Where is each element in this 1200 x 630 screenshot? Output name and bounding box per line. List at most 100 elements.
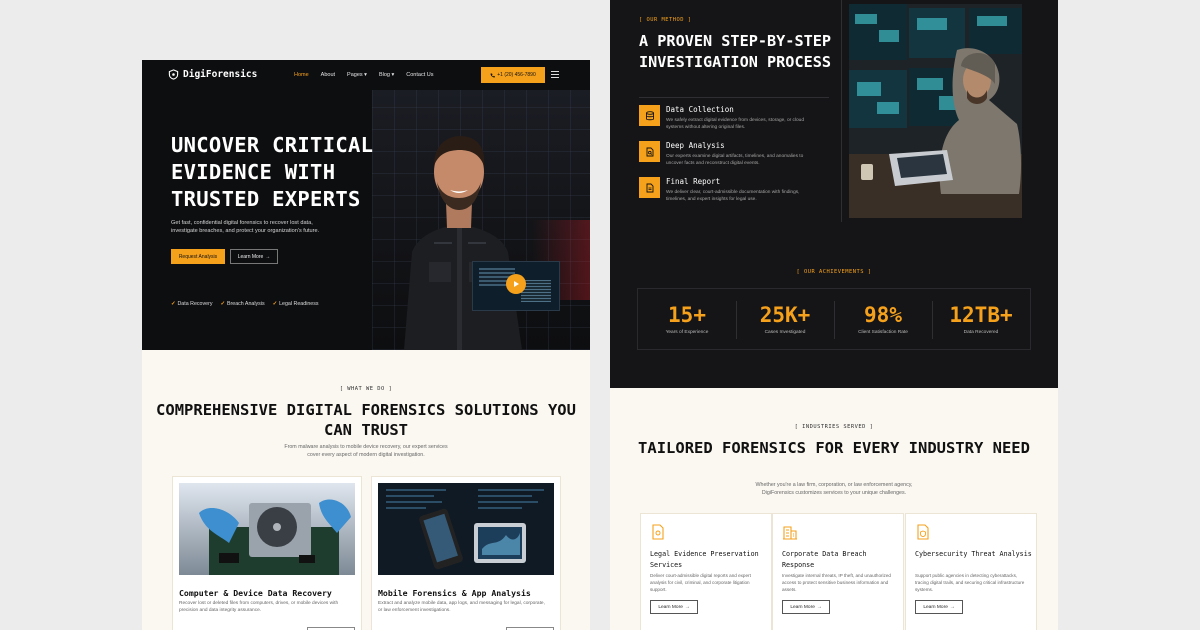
method-section: [ OUR METHOD ] A PROVEN STEP-BY-STEP INV… [610,0,1058,388]
industry-card-title: Cybersecurity Threat Analysis [915,550,1032,558]
stat-value: 25K+ [759,303,811,327]
security-document-icon [917,524,929,540]
phone-button[interactable]: +1 (20) 456-7890 [481,67,545,83]
brand-logo[interactable]: DigiForensics [168,69,257,80]
stat-label: Cases Investigated [764,330,806,335]
arrow-right-icon: → [816,604,822,610]
service-card[interactable]: Mobile Forensics & App Analysis Extract … [371,476,561,630]
learn-more-label: Learn More [790,604,815,610]
stat-item: 98% Client Satisfaction Rate [834,289,932,349]
step-title: Data Collection [666,105,734,114]
nav-link-home[interactable]: Home [294,72,309,78]
check-item: ✓ Data Recovery [171,301,213,307]
method-title: A PROVEN STEP-BY-STEP INVESTIGATION PROC… [639,32,832,71]
arrow-right-icon: → [684,604,690,610]
stat-label: Data Recovered [963,330,999,335]
check-label: Legal Readiness [279,301,319,307]
check-icon: ✓ [171,301,176,307]
nav-links: Home About Pages Blog Contact Us [294,72,433,78]
nav-link-contact[interactable]: Contact Us [406,72,433,78]
learn-more-button[interactable]: Learn More → [782,600,830,614]
learn-more-button[interactable]: Learn More → [915,600,963,614]
learn-more-label: Learn More [658,604,683,610]
industry-card[interactable]: Corporate Data Breach Response Investiga… [772,513,904,630]
service-card[interactable]: Computer & Device Data Recovery Recover … [172,476,362,630]
document-search-icon [639,141,660,162]
industry-card-text: Investigate internal threats, IP theft, … [782,573,891,592]
service-card-text: Recover lost or deleted files from compu… [179,601,339,613]
learn-more-button[interactable]: Learn More → [230,249,278,264]
play-icon[interactable] [506,274,526,294]
stat-value: 12TB+ [949,303,1013,327]
industry-card[interactable]: Cybersecurity Threat Analysis Support pu… [905,513,1037,630]
achievements-kicker: [ OUR ACHIEVEMENTS ] [796,269,872,275]
services-title: COMPREHENSIVE DIGITAL FORENSICS SOLUTION… [156,401,576,439]
step-title: Deep Analysis [666,141,725,150]
request-analysis-button[interactable]: Request Analysis [171,249,225,264]
nav-link-pages[interactable]: Pages [347,72,367,78]
divider [841,0,842,222]
analyst-at-workstation-image [849,4,1022,218]
hero-title: UNCOVER CRITICAL EVIDENCE WITH TRUSTED E… [171,133,374,211]
service-card-text: Extract and analyze mobile data, app log… [378,601,545,613]
stat-label: Client Satisfaction Rate [858,330,908,335]
phone-icon [490,73,496,77]
industry-card-text: Deliver court-admissible digital reports… [650,573,751,592]
mobile-forensics-image [378,483,554,575]
hero-section: DigiForensics Home About Pages Blog Cont… [142,60,590,350]
document-search-glyph [646,147,653,156]
industry-card-text: Support public agencies in detecting cyb… [915,573,1025,592]
nav-link-blog[interactable]: Blog [379,72,394,78]
step-text: Our experts examine digital artifacts, t… [666,154,804,166]
stat-item: 12TB+ Data Recovered [932,289,1030,349]
stat-label: Years of Experience [665,330,709,335]
stat-item: 15+ Years of Experience [638,289,736,349]
check-label: Data Recovery [177,301,213,307]
check-item: ✓ Legal Readiness [273,301,319,307]
shield-icon [168,69,179,80]
step-text: We deliver clear, court-admissible docum… [666,190,800,202]
data-recovery-image [179,483,355,575]
database-glyph [645,110,654,120]
hero-subtitle: Get fast, confidential digital forensics… [171,220,320,234]
legal-document-icon [652,524,664,540]
arrow-right-icon: → [949,604,955,610]
check-icon: ✓ [220,301,225,307]
nav-link-about[interactable]: About [321,72,335,78]
industries-subtitle: Whether you're a law firm, corporation, … [755,482,913,496]
stats-bar: 15+ Years of Experience 25K+ Cases Inves… [637,288,1031,350]
report-glyph [646,183,653,192]
check-label: Breach Analysis [226,301,265,307]
menu-icon[interactable] [551,71,559,78]
check-icon: ✓ [272,301,278,307]
divider [639,97,829,98]
service-card-title: Computer & Device Data Recovery [179,588,332,598]
database-icon [639,105,660,126]
homepage-preview-left: DigiForensics Home About Pages Blog Cont… [142,60,590,630]
building-icon [783,526,797,540]
hero-checklist: ✓ Data Recovery ✓ Breach Analysis ✓ Legal R… [171,301,319,307]
stat-item: 25K+ Cases Investigated [736,289,834,349]
phone-number: +1 (20) 456-7890 [497,72,536,78]
brand-name: DigiForensics [183,69,258,80]
method-kicker: [ OUR METHOD ] [639,17,692,23]
step-text: We safely extract digital evidence from … [666,118,805,130]
report-icon [639,177,660,198]
top-navigation: DigiForensics Home About Pages Blog Cont… [142,60,590,90]
learn-more-label: Learn More [923,604,948,610]
homepage-preview-right: [ OUR METHOD ] A PROVEN STEP-BY-STEP INV… [610,0,1058,630]
service-card-title: Mobile Forensics & App Analysis [378,588,531,598]
check-item: ✓ Breach Analysis [221,301,265,307]
stat-value: 15+ [668,303,706,327]
play-triangle [514,281,519,287]
services-kicker: [ WHAT WE DO ] [339,386,393,392]
stat-value: 98% [864,303,902,327]
learn-more-label: Learn More [237,253,264,260]
learn-more-button[interactable]: Learn More → [650,600,698,614]
industry-card[interactable]: Legal Evidence Preservation Services Del… [640,513,772,630]
arrow-right-icon: → [265,253,271,260]
industry-card-title: Corporate Data Breach Response [782,550,867,569]
industries-title: TAILORED FORENSICS FOR EVERY INDUSTRY NE… [638,439,1030,457]
industry-card-title: Legal Evidence Preservation Services [650,550,759,569]
industries-kicker: [ INDUSTRIES SERVED ] [794,424,874,430]
